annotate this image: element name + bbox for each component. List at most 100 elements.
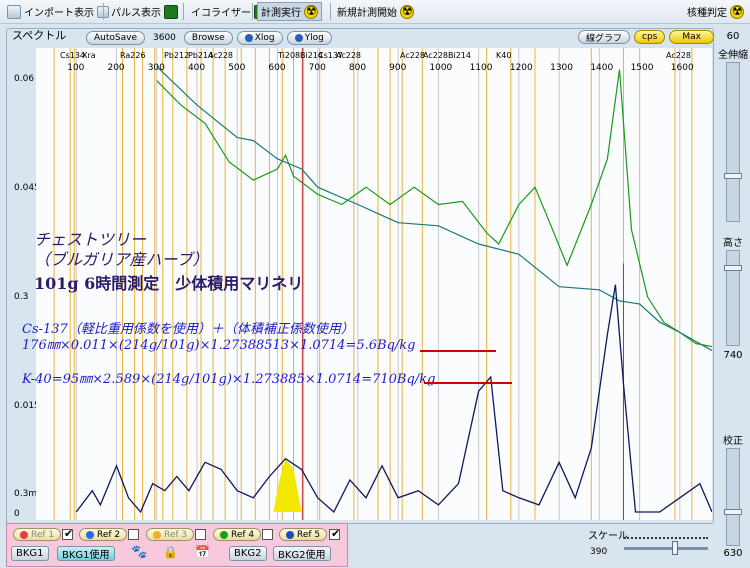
full-stretch-label: 全伸縮 <box>718 50 748 61</box>
ref4-label: Ref 4 <box>231 529 255 540</box>
pulse-view-label: パルス表示 <box>111 8 161 19</box>
slider-knob[interactable] <box>724 173 742 179</box>
line-graph-button[interactable]: 線グラフ <box>578 30 631 44</box>
nuclide-label: Ac228 <box>666 51 691 60</box>
reference-panel: Ref 1 ✔ Ref 2 Ref 3 Ref 4 Ref 5 ✔ BKG1 B… <box>6 523 348 567</box>
x-tick-label: 500 <box>228 63 246 73</box>
scale-ticks <box>624 537 708 540</box>
nuclide-label: Pb212 <box>164 51 190 60</box>
scale-label: スケール <box>588 531 628 542</box>
nuclide-identify-label: 核種判定 <box>687 8 727 19</box>
ylog-radio-icon <box>294 34 303 42</box>
calendar-icon[interactable]: 📅 <box>195 545 210 559</box>
correction-slider[interactable] <box>724 448 742 546</box>
ref5-toggle[interactable]: Ref 5 <box>279 528 328 541</box>
import-view-button[interactable]: インポート表示 <box>4 2 112 21</box>
new-measurement-button[interactable]: 新規計測開始 <box>334 2 417 21</box>
nuclide-label: Bi214 <box>448 51 471 60</box>
x-tick-label: 1100 <box>469 63 493 73</box>
scale-slider-knob[interactable] <box>672 541 678 555</box>
ref3-checkbox[interactable] <box>195 529 206 540</box>
ref4-color-icon <box>220 530 228 539</box>
import-icon <box>7 4 21 19</box>
slider-knob[interactable] <box>724 265 742 271</box>
ylog-toggle[interactable]: Ylog <box>286 31 332 45</box>
radiation-icon <box>400 4 414 19</box>
ref2-label: Ref 2 <box>97 529 121 540</box>
correction-value: 630 <box>723 548 743 559</box>
ref4-checkbox[interactable] <box>262 529 273 540</box>
x-tick-label: 600 <box>268 63 286 73</box>
pulse-icon <box>164 4 178 19</box>
ref3-label: Ref 3 <box>164 529 188 540</box>
scale-control: スケール 390 <box>588 527 712 561</box>
nuclide-identify-button[interactable]: 核種判定 <box>684 2 747 21</box>
ref3-color-icon <box>153 530 161 539</box>
x-tick-label: 400 <box>187 63 206 73</box>
k-result-underline <box>424 382 512 384</box>
y-tick-label: 0.3 <box>14 292 29 302</box>
scale-slider[interactable] <box>624 547 708 550</box>
xlog-radio-icon <box>244 34 253 42</box>
ref1-checkbox[interactable]: ✔ <box>62 527 73 540</box>
xlog-toggle[interactable]: Xlog <box>236 31 283 45</box>
bkg2-button[interactable]: BKG2 <box>229 546 267 561</box>
nuclide-label: K40 <box>496 51 512 60</box>
x-tick-label: 900 <box>389 63 407 73</box>
bkg1-button[interactable]: BKG1 <box>11 546 49 561</box>
paw-icon[interactable]: 🐾 <box>131 545 147 560</box>
nuclide-label: Ti208 <box>278 51 301 60</box>
xlog-label: Xlog <box>254 33 275 43</box>
x-tick-label: 1600 <box>670 63 694 73</box>
nuclide-label: Ac228 <box>400 51 425 60</box>
toolbar: インポート表示 パルス表示 イコライザー 計測実行 新規計測開始 核種判定 <box>0 0 750 24</box>
series-line-2 <box>156 65 712 352</box>
cps-button[interactable]: cps <box>634 30 666 44</box>
ref2-toggle[interactable]: Ref 2 <box>79 528 128 541</box>
bkg2-use-button[interactable]: BKG2使用 <box>273 546 331 561</box>
x-tick-label: 800 <box>348 63 367 73</box>
ref1-color-icon <box>20 530 28 539</box>
y-tick-label: 0.3m <box>14 489 38 499</box>
series-line-1 <box>156 69 712 348</box>
x-tick-label: 200 <box>107 63 125 73</box>
ref2-checkbox[interactable] <box>128 529 139 540</box>
height-slider[interactable] <box>724 250 742 346</box>
full-stretch-slider[interactable] <box>724 62 742 222</box>
lock-icon[interactable]: 🔒 <box>163 545 178 559</box>
ref2-color-icon <box>86 530 94 539</box>
nuclide-label: Xra <box>82 51 96 60</box>
browse-button[interactable]: Browse <box>183 31 233 45</box>
top-value: 60 <box>726 31 740 42</box>
x-tick-label: 300 <box>147 63 165 73</box>
ref4-toggle[interactable]: Ref 4 <box>213 528 262 541</box>
spectrum-controls: AutoSave 3600 Browse Xlog Ylog <box>86 30 332 46</box>
ref1-label: Ref 1 <box>31 529 55 540</box>
radiation-icon <box>730 4 744 19</box>
y-tick-label: 0 <box>14 509 20 519</box>
annotation-title-line2: （ブルガリア産ハーブ） <box>34 250 209 269</box>
slider-knob[interactable] <box>724 509 742 515</box>
autosave-interval[interactable]: 3600 <box>149 33 180 43</box>
scale-value: 390 <box>590 547 608 557</box>
nuclide-label: Ac228 <box>423 51 448 60</box>
x-tick-label: 100 <box>67 63 85 73</box>
ylog-label: Ylog <box>304 33 324 43</box>
run-measurement-button[interactable]: 計測実行 <box>257 2 322 21</box>
equalizer-label: イコライザー <box>191 8 251 19</box>
spectrum-panel-title: スペクトル <box>12 29 67 42</box>
x-tick-label: 1200 <box>509 63 533 73</box>
ref1-toggle[interactable]: Ref 1 <box>13 528 62 541</box>
nuclide-label: Ac228 <box>336 51 361 60</box>
ref3-toggle[interactable]: Ref 3 <box>146 528 195 541</box>
autosave-button[interactable]: AutoSave <box>86 31 145 45</box>
y-tick-label: 0.06 <box>14 74 35 84</box>
max-button[interactable]: Max <box>669 30 714 44</box>
annotation-title: チェストツリー （ブルガリア産ハーブ） <box>34 230 209 270</box>
pulse-view-button[interactable]: パルス表示 <box>108 2 181 21</box>
cs-result-underline <box>420 350 496 352</box>
ref5-checkbox[interactable]: ✔ <box>329 527 340 540</box>
right-panel: 60 全伸縮 高さ 740 校正 630 <box>716 28 750 568</box>
x-tick-label: 1300 <box>550 63 573 73</box>
bkg1-use-button[interactable]: BKG1使用 <box>57 546 115 561</box>
